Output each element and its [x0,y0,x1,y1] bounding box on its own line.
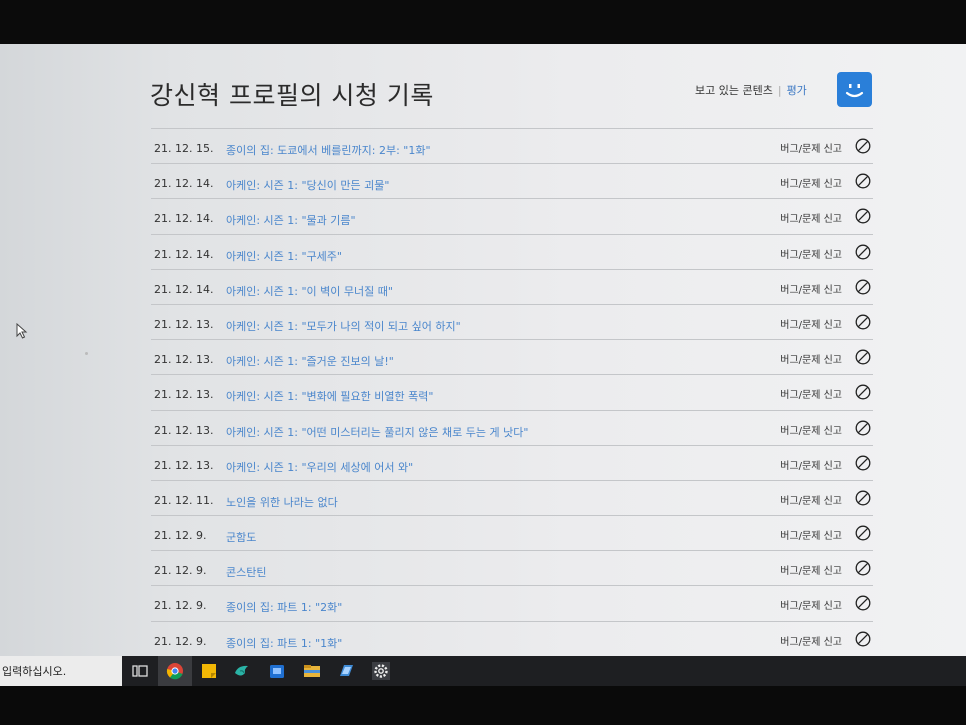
report-problem-link[interactable]: 버그/문제 신고 [780,246,842,261]
header-links: 보고 있는 콘텐츠 | 평가 [695,82,807,98]
document-icon[interactable] [336,661,356,681]
history-date: 21. 12. 13. [154,317,214,331]
hide-from-history-icon[interactable] [855,138,871,154]
report-problem-link[interactable]: 버그/문제 신고 [780,422,842,437]
history-row: 21. 12. 13. 아케인: 시즌 1: "즐거운 진보의 날!" 버그/문제 … [151,339,873,374]
viewing-history-list: 21. 12. 15. 종이의 집: 도쿄에서 베를린까지: 2부: "1화" 버그… [151,128,873,656]
sticky-notes-icon[interactable] [199,661,219,681]
monitor-bezel-bottom [0,686,966,725]
history-title-link[interactable]: 종이의 집: 파트 1: "1화" [226,635,342,651]
history-title-link[interactable]: 노인을 위한 나라는 없다 [226,494,338,510]
task-view-icon[interactable] [130,661,150,681]
hide-from-history-icon[interactable] [855,595,871,611]
history-date: 21. 12. 13. [154,353,214,367]
browser-viewport: 강신혁 프로필의 시청 기록 보고 있는 콘텐츠 | 평가 21. 12. 15. 종… [0,44,966,656]
history-title-link[interactable]: 아케인: 시즌 1: "변화에 필요한 비열한 폭력" [226,388,433,404]
mouse-cursor-icon [16,323,28,339]
link-separator: | [777,84,782,97]
history-row: 21. 12. 14. 아케인: 시즌 1: "물과 기름" 버그/문제 신고 [151,198,873,233]
report-problem-link[interactable]: 버그/문제 신고 [780,281,842,296]
history-title-link[interactable]: 군함도 [226,529,256,545]
history-row: 21. 12. 9. 콘스탄틴 버그/문제 신고 [151,550,873,585]
history-title-link[interactable]: 아케인: 시즌 1: "당신이 만든 괴물" [226,177,389,193]
taskbar-search-input[interactable]: 입력하십시오. [0,656,122,686]
hide-from-history-icon[interactable] [855,349,871,365]
screen-speck [85,352,88,355]
hide-from-history-icon[interactable] [855,244,871,260]
hide-from-history-icon[interactable] [855,455,871,471]
report-problem-link[interactable]: 버그/문제 신고 [780,527,842,542]
history-row: 21. 12. 13. 아케인: 시즌 1: "우리의 세상에 어서 와" 버그/문… [151,444,873,480]
history-row: 21. 12. 11. 노인을 위한 나라는 없다 버그/문제 신고 [151,479,873,515]
history-title-link[interactable]: 아케인: 시즌 1: "우리의 세상에 어서 와" [226,459,413,475]
report-problem-link[interactable]: 버그/문제 신고 [780,210,842,225]
history-row: 21. 12. 13. 아케인: 시즌 1: "모두가 나의 적이 되고 싶어 하… [151,303,873,339]
history-row: 21. 12. 9. 종이의 집: 파트 1: "1화" 버그/문제 신고 [151,620,873,656]
history-date: 21. 12. 14. [154,177,214,191]
report-problem-link[interactable]: 버그/문제 신고 [780,457,842,472]
history-date: 21. 12. 9. [154,634,207,648]
history-date: 21. 12. 15. [154,142,214,155]
history-date: 21. 12. 14. [154,282,214,296]
history-title-link[interactable]: 종이의 집: 파트 1: "2화" [226,599,342,615]
watching-link[interactable]: 보고 있는 콘텐츠 [695,84,773,97]
history-date: 21. 12. 14. [154,247,214,261]
history-title-link[interactable]: 아케인: 시즌 1: "물과 기름" [226,212,356,228]
smiley-avatar-icon [845,84,864,98]
history-row: 21. 12. 13. 아케인: 시즌 1: "어떤 미스터리는 풀리지 않은 채… [151,409,873,445]
hide-from-history-icon[interactable] [855,173,871,189]
hide-from-history-icon[interactable] [855,560,871,576]
report-problem-link[interactable]: 버그/문제 신고 [780,316,842,331]
hide-from-history-icon[interactable] [855,420,871,436]
taskbar: 입력하십시오. [0,656,966,686]
history-row: 21. 12. 9. 종이의 집: 파트 1: "2화" 버그/문제 신고 [151,585,873,620]
monitor-bezel-top [0,0,966,44]
history-title-link[interactable]: 아케인: 시즌 1: "모두가 나의 적이 되고 싶어 하지" [226,318,461,334]
history-row: 21. 12. 14. 아케인: 시즌 1: "당신이 만든 괴물" 버그/문제 신… [151,163,873,198]
report-problem-link[interactable]: 버그/문제 신고 [780,140,842,155]
report-problem-link[interactable]: 버그/문제 신고 [780,633,842,648]
report-problem-link[interactable]: 버그/문제 신고 [780,351,842,366]
history-title-link[interactable]: 아케인: 시즌 1: "이 벽이 무너질 때" [226,283,393,299]
history-title-link[interactable]: 종이의 집: 도쿄에서 베를린까지: 2부: "1화" [226,142,431,158]
history-date: 21. 12. 13. [154,388,214,402]
report-problem-link[interactable]: 버그/문제 신고 [780,175,842,190]
history-date: 21. 12. 11. [154,493,214,507]
bird-app-icon[interactable] [232,661,252,681]
history-row: 21. 12. 14. 아케인: 시즌 1: "구세주" 버그/문제 신고 [151,233,873,269]
profile-avatar[interactable] [837,72,872,107]
history-title-link[interactable]: 아케인: 시즌 1: "즐거운 진보의 날!" [226,353,394,369]
history-title-link[interactable]: 콘스탄틴 [226,564,266,580]
hide-from-history-icon[interactable] [855,279,871,295]
report-problem-link[interactable]: 버그/문제 신고 [780,492,842,507]
hide-from-history-icon[interactable] [855,314,871,330]
settings-icon[interactable] [371,661,391,681]
hide-from-history-icon[interactable] [855,384,871,400]
hide-from-history-icon[interactable] [855,490,871,506]
history-date: 21. 12. 13. [154,423,214,437]
hide-from-history-icon[interactable] [855,208,871,224]
store-icon[interactable] [267,661,287,681]
report-problem-link[interactable]: 버그/문제 신고 [780,562,842,577]
history-row: 21. 12. 14. 아케인: 시즌 1: "이 벽이 무너질 때" 버그/문제 … [151,268,873,304]
file-explorer-icon[interactable] [302,661,322,681]
page-title: 강신혁 프로필의 시청 기록 [150,81,434,110]
report-problem-link[interactable]: 버그/문제 신고 [780,597,842,612]
history-title-link[interactable]: 아케인: 시즌 1: "구세주" [226,248,342,264]
history-date: 21. 12. 14. [154,212,214,226]
rating-link[interactable]: 평가 [787,84,807,97]
chrome-icon[interactable] [165,661,185,681]
hide-from-history-icon[interactable] [855,631,871,647]
history-row: 21. 12. 9. 군함도 버그/문제 신고 [151,515,873,550]
report-problem-link[interactable]: 버그/문제 신고 [780,386,842,401]
history-date: 21. 12. 9. [154,599,207,613]
history-row: 21. 12. 13. 아케인: 시즌 1: "변화에 필요한 비열한 폭력" 버그… [151,374,873,409]
hide-from-history-icon[interactable] [855,525,871,541]
history-date: 21. 12. 9. [154,564,207,578]
history-title-link[interactable]: 아케인: 시즌 1: "어떤 미스터리는 풀리지 않은 채로 두는 게 낫다" [226,424,528,440]
history-date: 21. 12. 13. [154,458,214,472]
history-row: 21. 12. 15. 종이의 집: 도쿄에서 베를린까지: 2부: "1화" 버그… [151,128,873,163]
history-date: 21. 12. 9. [154,529,207,543]
